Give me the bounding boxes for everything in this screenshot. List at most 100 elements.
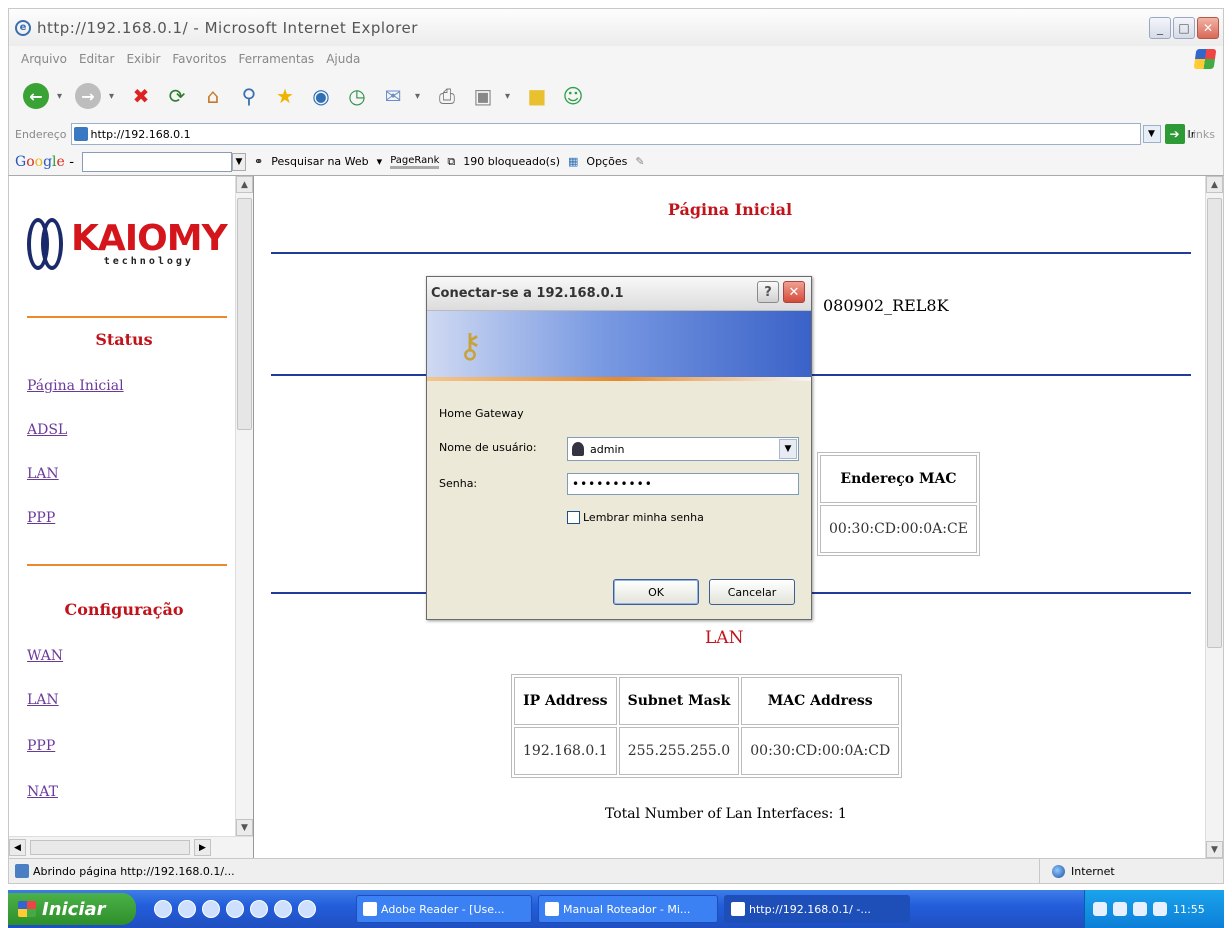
username-dropdown-icon[interactable]: ▼ [779, 439, 797, 459]
forward-dropdown-icon[interactable]: ▾ [109, 91, 119, 102]
dialog-titlebar[interactable]: Conectar-se a 192.168.0.1 [427, 277, 811, 311]
mail-dropdown-icon[interactable]: ▾ [415, 91, 425, 102]
taskbar-item-internet-explorer[interactable]: http://192.168.0.1/ -... [724, 895, 910, 923]
maximize-button[interactable]: □ [1173, 17, 1195, 39]
firmware-version: 080902_REL8K [823, 296, 949, 315]
google-search-input[interactable] [82, 151, 232, 172]
close-button[interactable]: ✕ [1197, 17, 1219, 39]
menu-editar[interactable]: Editar [79, 52, 115, 66]
tray-icon[interactable] [1093, 902, 1107, 916]
wan-mac-table: Endereço MAC 00:30:CD:00:0A:CE [817, 452, 980, 556]
cancel-button[interactable]: Cancelar [709, 579, 795, 605]
quick-launch-media-icon[interactable] [202, 900, 220, 918]
sidebar-link-wan[interactable]: WAN [27, 648, 63, 664]
taskbar-item-adobe-reader[interactable]: Adobe Reader - [Use... [356, 895, 532, 923]
tray-network-icon[interactable] [1113, 902, 1127, 916]
divider [27, 316, 227, 318]
sidebar-link-lan[interactable]: LAN [27, 466, 59, 482]
quick-launch-app-icon[interactable] [298, 900, 316, 918]
window-titlebar[interactable]: e http://192.168.0.1/ - Microsoft Intern… [8, 8, 1224, 46]
go-arrow-icon[interactable]: ➔ [1164, 124, 1185, 144]
mail-icon[interactable]: ✉ [379, 82, 407, 110]
quick-launch-ie-icon[interactable] [154, 900, 172, 918]
scroll-thumb[interactable] [1207, 198, 1222, 648]
clock[interactable]: 11:55 [1173, 903, 1205, 916]
page-title: Página Inicial [667, 200, 793, 219]
left-vertical-scrollbar[interactable]: ▲ ▼ [235, 176, 253, 836]
word-document-icon [545, 902, 559, 916]
tray-app-icon[interactable] [1153, 902, 1167, 916]
username-field[interactable]: admin ▼ [567, 437, 799, 461]
help-button[interactable]: ? [757, 281, 779, 303]
menu-arquivo[interactable]: Arquivo [21, 52, 67, 66]
address-label: Endereço [15, 127, 67, 141]
back-dropdown-icon[interactable]: ▾ [57, 91, 67, 102]
tray-messenger-icon[interactable] [1133, 902, 1147, 916]
menu-ajuda[interactable]: Ajuda [326, 52, 360, 66]
internet-explorer-icon: e [15, 19, 31, 36]
ok-button[interactable]: OK [613, 579, 699, 605]
sidebar-link-config-lan[interactable]: LAN [27, 692, 59, 708]
media-icon[interactable]: ◉ [307, 82, 335, 110]
scroll-left-icon[interactable]: ◀ [9, 839, 26, 856]
sidebar-link-adsl[interactable]: ADSL [27, 422, 67, 438]
sidebar-link-pagina-inicial[interactable]: Página Inicial [27, 378, 124, 394]
hscroll-thumb[interactable] [30, 840, 190, 855]
quick-launch-folder-icon[interactable] [226, 900, 244, 918]
start-button[interactable]: Iniciar [8, 893, 136, 925]
edit-dropdown-icon[interactable]: ▾ [505, 91, 515, 102]
address-dropdown-icon[interactable]: ▼ [1142, 125, 1161, 143]
scroll-down-icon[interactable]: ▼ [1206, 841, 1223, 858]
menu-favoritos[interactable]: Favoritos [172, 52, 226, 66]
pagerank-indicator: PageRank [390, 155, 440, 169]
popup-blocked-count[interactable]: 190 bloqueado(s) [463, 155, 560, 168]
home-icon[interactable]: ⌂ [199, 82, 227, 110]
stop-icon[interactable]: ✖ [127, 82, 155, 110]
minimize-button[interactable]: _ [1149, 17, 1171, 39]
search-web-button[interactable]: Pesquisar na Web [271, 155, 368, 168]
scroll-up-icon[interactable]: ▲ [1206, 176, 1223, 193]
refresh-icon[interactable]: ⟳ [163, 82, 191, 110]
security-zone[interactable]: Internet [1039, 859, 1225, 883]
status-heading: Status [95, 330, 153, 349]
dialog-title: Conectar-se a 192.168.0.1 [431, 286, 624, 301]
quick-launch-app-icon[interactable] [274, 900, 292, 918]
back-icon[interactable]: ← [23, 83, 49, 109]
menu-ferramentas[interactable]: Ferramentas [239, 52, 315, 66]
links-button[interactable]: Links [1187, 128, 1215, 141]
dialog-close-button[interactable]: ✕ [783, 281, 805, 303]
search-icon[interactable]: ⚲ [235, 82, 263, 110]
sidebar-link-config-ppp[interactable]: PPP [27, 738, 55, 754]
messenger-icon[interactable]: ☺ [559, 82, 587, 110]
scroll-thumb[interactable] [237, 198, 252, 430]
password-field[interactable]: •••••••••• [567, 473, 799, 495]
google-search-dropdown-icon[interactable]: ▼ [232, 152, 246, 171]
address-input[interactable]: http://192.168.0.1 [70, 123, 1141, 145]
pencil-icon[interactable]: ✎ [635, 155, 644, 168]
favorites-icon[interactable]: ★ [271, 82, 299, 110]
scroll-down-icon[interactable]: ▼ [236, 819, 253, 836]
menu-exibir[interactable]: Exibir [126, 52, 160, 66]
forward-icon[interactable]: → [75, 83, 101, 109]
history-icon[interactable]: ◷ [343, 82, 371, 110]
sidebar-link-ppp[interactable]: PPP [27, 510, 55, 526]
search-web-dropdown-icon[interactable]: ▾ [377, 155, 383, 168]
main-vertical-scrollbar[interactable]: ▲ ▼ [1205, 176, 1223, 858]
print-icon[interactable]: ⎙ [433, 82, 461, 110]
edit-icon[interactable]: ▣ [469, 82, 497, 110]
remember-password-row[interactable]: Lembrar minha senha [567, 511, 704, 524]
remember-password-label[interactable]: Lembrar minha senha [583, 511, 704, 524]
left-horizontal-scrollbar[interactable]: ◀ ▶ [9, 836, 253, 858]
scroll-up-icon[interactable]: ▲ [236, 176, 253, 193]
options-button[interactable]: Opções [586, 155, 627, 168]
mac-address-cell: 00:30:CD:00:0A:CD [741, 727, 900, 775]
google-logo[interactable]: Google - [15, 154, 74, 170]
remember-password-checkbox[interactable] [567, 511, 580, 524]
scroll-right-icon[interactable]: ▶ [194, 839, 211, 856]
page-loading-icon [15, 864, 29, 878]
quick-launch-app-icon[interactable] [250, 900, 268, 918]
sidebar-link-nat[interactable]: NAT [27, 784, 58, 800]
taskbar-item-manual-roteador[interactable]: Manual Roteador - Mi... [538, 895, 718, 923]
quick-launch-app-icon[interactable] [178, 900, 196, 918]
discuss-icon[interactable]: ■ [523, 82, 551, 110]
